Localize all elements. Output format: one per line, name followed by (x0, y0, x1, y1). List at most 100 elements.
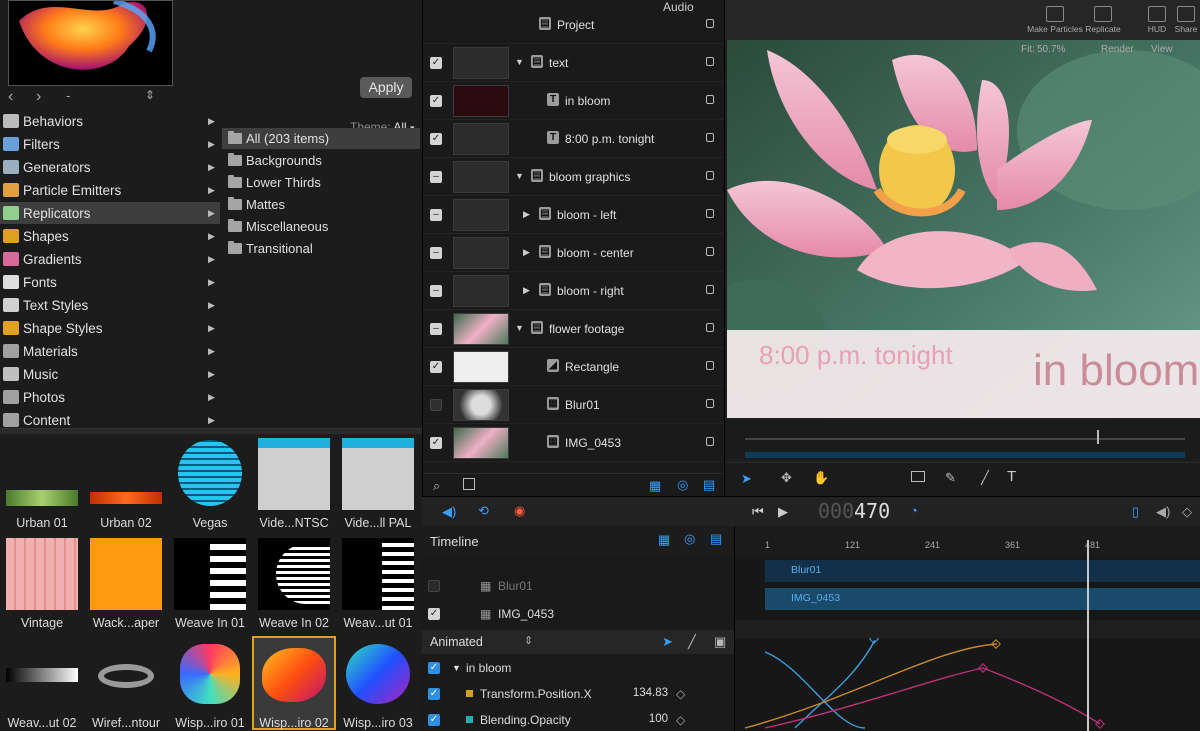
category-item[interactable]: Filters ▶ (0, 133, 220, 155)
loop-icon[interactable]: ⟲ (478, 503, 489, 519)
layer-visibility-checkbox[interactable]: – (430, 247, 442, 259)
volume-icon[interactable]: ◀) (1156, 504, 1170, 520)
lock-icon[interactable] (706, 285, 714, 294)
animated-parameter-row[interactable]: ✓ Blending.Opacity 100 ◇ (422, 708, 734, 731)
render-menu[interactable]: Render (1101, 44, 1134, 55)
category-item[interactable]: Shape Styles ▶ (0, 317, 220, 339)
lock-icon[interactable] (706, 133, 714, 142)
disclosure-triangle-icon[interactable]: ▶ (523, 247, 530, 258)
library-item[interactable]: Urban 02 (86, 438, 166, 530)
disclosure-triangle-icon[interactable]: ▼ (515, 323, 524, 333)
category-item[interactable]: Particle Emitters ▶ (0, 179, 220, 201)
timeline-layer-row[interactable]: ▦ Blur01 (422, 574, 734, 598)
grid-icon[interactable]: ▦ (649, 478, 661, 494)
layer-row[interactable]: ✓ Tin bloom (423, 82, 725, 120)
category-item[interactable]: Replicators ▶ (0, 202, 220, 224)
library-item[interactable]: Weav...ut 01 (338, 538, 418, 630)
timeline-visibility-checkbox[interactable] (428, 580, 440, 592)
mask-icon[interactable]: ◎ (684, 531, 695, 547)
layer-name[interactable]: bloom - center (557, 246, 634, 260)
parameter-value[interactable]: 100 (622, 713, 668, 725)
layer-row[interactable]: ✓ ◢ Rectangle (423, 348, 725, 386)
select-tool-icon[interactable]: ➤ (741, 471, 752, 487)
library-item[interactable]: Weave In 01 (170, 538, 250, 630)
library-item[interactable]: Wack...aper (86, 538, 166, 630)
library-path[interactable]: - (66, 88, 70, 103)
category-item[interactable]: Gradients ▶ (0, 248, 220, 270)
category-item[interactable]: Text Styles ▶ (0, 294, 220, 316)
library-item[interactable]: Wisp...iro 01 (170, 638, 250, 730)
parameter-checkbox[interactable]: ✓ (428, 662, 440, 674)
layer-visibility-checkbox[interactable]: – (430, 209, 442, 221)
layer-visibility-checkbox[interactable]: ✓ (430, 57, 442, 69)
keyframe-button-icon[interactable]: ◇ (676, 687, 685, 701)
lock-icon[interactable] (706, 437, 714, 446)
text-tool-icon[interactable]: T (1007, 468, 1016, 485)
timecode[interactable]: 470 (854, 499, 890, 523)
layer-name[interactable]: IMG_0453 (565, 436, 621, 450)
layer-row[interactable]: ▦ Blur01 (423, 386, 725, 424)
disclosure-triangle-icon[interactable]: ▼ (515, 57, 524, 67)
layer-name[interactable]: text (549, 56, 568, 70)
layer-name[interactable]: Blur01 (565, 398, 600, 412)
subcategory-item[interactable]: Mattes (222, 194, 420, 215)
layer-visibility-checkbox[interactable]: ✓ (430, 437, 442, 449)
path-stepper[interactable]: ⇕ (145, 88, 155, 102)
category-item[interactable]: Music ▶ (0, 363, 220, 385)
lock-icon[interactable] (706, 95, 714, 104)
timeline-layer-row[interactable]: ✓ ▦ IMG_0453 (422, 602, 734, 626)
lock-icon[interactable] (706, 247, 714, 256)
layer-name[interactable]: bloom - left (557, 208, 616, 222)
disclosure-triangle-icon[interactable]: ▶ (523, 285, 530, 296)
timeline-visibility-checkbox[interactable]: ✓ (428, 608, 440, 620)
layer-row[interactable]: – ▼ ▤ bloom graphics (423, 158, 725, 196)
lock-icon[interactable] (706, 361, 714, 370)
layout-icon[interactable] (463, 478, 475, 490)
bezier-tool-icon[interactable]: ✎ (945, 470, 956, 486)
layer-visibility-checkbox[interactable]: – (430, 171, 442, 183)
layer-name[interactable]: 8:00 p.m. tonight (565, 132, 654, 146)
keyframe-curve-editor[interactable] (735, 638, 1200, 731)
timeline-ruler[interactable]: 1 121 241 361 481 (735, 540, 1200, 556)
category-item[interactable]: Generators ▶ (0, 156, 220, 178)
layer-name[interactable]: bloom graphics (549, 170, 630, 184)
shape-tool-icon[interactable] (911, 471, 925, 482)
overlay-time-text[interactable]: 8:00 p.m. tonight (759, 340, 953, 371)
library-item[interactable]: Vintage (2, 538, 82, 630)
library-item[interactable]: Vide...ll PAL (338, 438, 418, 530)
subcategory-item[interactable]: Transitional (222, 238, 420, 259)
keyframe-button-icon[interactable]: ◇ (676, 713, 685, 727)
layer-name[interactable]: flower footage (549, 322, 624, 336)
animated-parameter-row[interactable]: ✓ ▼ in bloom (422, 656, 734, 680)
disclosure-triangle-icon[interactable]: ▼ (452, 663, 461, 673)
timeline-tracks-area[interactable]: 1 121 241 361 481 Blur01 IMG_0453 (734, 526, 1200, 731)
library-item[interactable]: Wiref...ntour (86, 638, 166, 730)
stack-icon[interactable]: ▤ (703, 477, 715, 493)
record-icon[interactable]: ◉ (514, 503, 525, 519)
layer-name[interactable]: in bloom (565, 94, 610, 108)
category-item[interactable]: Materials ▶ (0, 340, 220, 362)
subcategory-item[interactable]: Backgrounds (222, 150, 420, 171)
mini-timeline[interactable] (725, 420, 1200, 460)
parameter-checkbox[interactable]: ✓ (428, 688, 440, 700)
layer-row[interactable]: – ▶ ▤ bloom - right (423, 272, 725, 310)
curve-options-icon[interactable]: ▣ (714, 634, 726, 650)
parameter-checkbox[interactable]: ✓ (428, 714, 440, 726)
category-item[interactable]: Fonts ▶ (0, 271, 220, 293)
transform-tool-icon[interactable]: ✥ (781, 470, 792, 486)
mini-playhead[interactable] (1097, 430, 1099, 444)
layer-row[interactable]: – ▶ ▤ bloom - left (423, 196, 725, 234)
timeline-track-bar[interactable]: Blur01 (765, 560, 1200, 582)
mask-icon[interactable]: ◎ (677, 477, 688, 493)
apply-button[interactable]: Apply (360, 77, 412, 98)
stepper-icon[interactable]: ⇕ (524, 634, 533, 647)
audio-icon[interactable]: ◀) (442, 504, 456, 520)
make-particles-button[interactable]: Make Particles (1025, 6, 1085, 34)
disclosure-triangle-icon[interactable]: ▶ (523, 209, 530, 220)
library-item[interactable]: Weav...ut 02 (2, 638, 82, 730)
library-item[interactable]: Vegas (170, 438, 250, 530)
layer-visibility-checkbox[interactable]: – (430, 323, 442, 335)
library-item[interactable]: Vide...NTSC (254, 438, 334, 530)
subcategory-item[interactable]: Miscellaneous (222, 216, 420, 237)
disclosure-triangle-icon[interactable]: ▼ (515, 171, 524, 181)
